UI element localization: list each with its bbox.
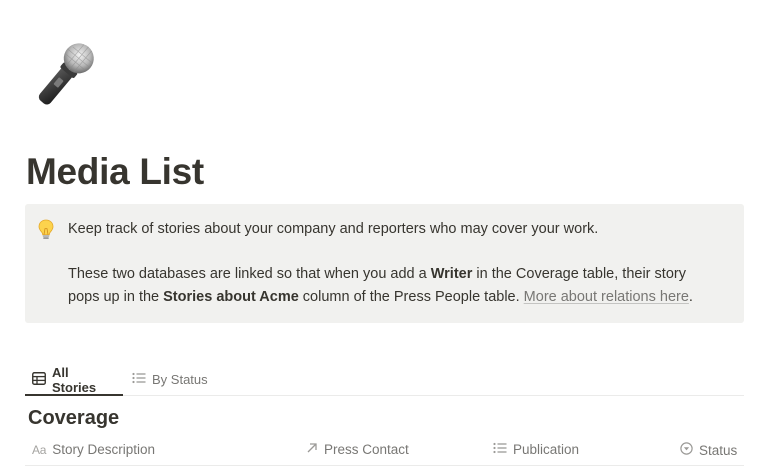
callout-text-segment: in the Coverage table, their story — [472, 266, 686, 282]
text-property-icon: Aa — [32, 442, 47, 457]
column-label: Press Contact — [324, 442, 409, 457]
column-header-story-description[interactable]: Aa Story Description — [32, 442, 155, 457]
lightbulb-icon[interactable] — [38, 219, 54, 241]
relations-help-link[interactable]: More about relations here — [524, 289, 689, 305]
relation-arrow-icon — [306, 442, 318, 457]
active-tab-indicator — [25, 394, 123, 396]
column-label: Status — [699, 442, 738, 458]
callout: Keep track of stories about your company… — [25, 204, 744, 323]
list-icon — [132, 372, 146, 387]
callout-text-2: These two databases are linked so that w… — [68, 263, 693, 309]
tab-by-status[interactable]: By Status — [125, 364, 219, 395]
column-label: Publication — [513, 442, 580, 457]
writer-label: Writer — [430, 266, 473, 282]
list-icon — [493, 442, 507, 457]
column-label: Story Description — [52, 442, 156, 457]
tab-all-stories[interactable]: All Stories — [25, 364, 123, 396]
callout-text-segment: column of the Press People table. — [298, 289, 524, 305]
select-icon — [680, 442, 693, 458]
stories-about-acme-label: Stories about Acme — [163, 289, 299, 305]
callout-text-segment: pops up in the — [68, 289, 164, 305]
tab-label: By Status — [152, 372, 208, 387]
table-header: Aa Story Description Press Contact Publi… — [25, 438, 744, 466]
callout-text-segment: These two databases are linked so that w… — [68, 266, 431, 282]
table-icon — [32, 371, 46, 388]
microphone-icon[interactable] — [24, 36, 104, 116]
view-tabs: All Stories By Status — [25, 364, 744, 396]
page-title[interactable]: Media List — [26, 150, 204, 194]
column-header-status[interactable]: Status — [680, 442, 737, 458]
database-title[interactable]: Coverage — [28, 407, 119, 430]
callout-text-segment: . — [688, 289, 693, 305]
column-header-publication[interactable]: Publication — [493, 442, 579, 457]
column-header-press-contact[interactable]: Press Contact — [306, 442, 409, 457]
callout-text-1: Keep track of stories about your company… — [68, 221, 599, 237]
tab-label: All Stories — [52, 364, 97, 395]
